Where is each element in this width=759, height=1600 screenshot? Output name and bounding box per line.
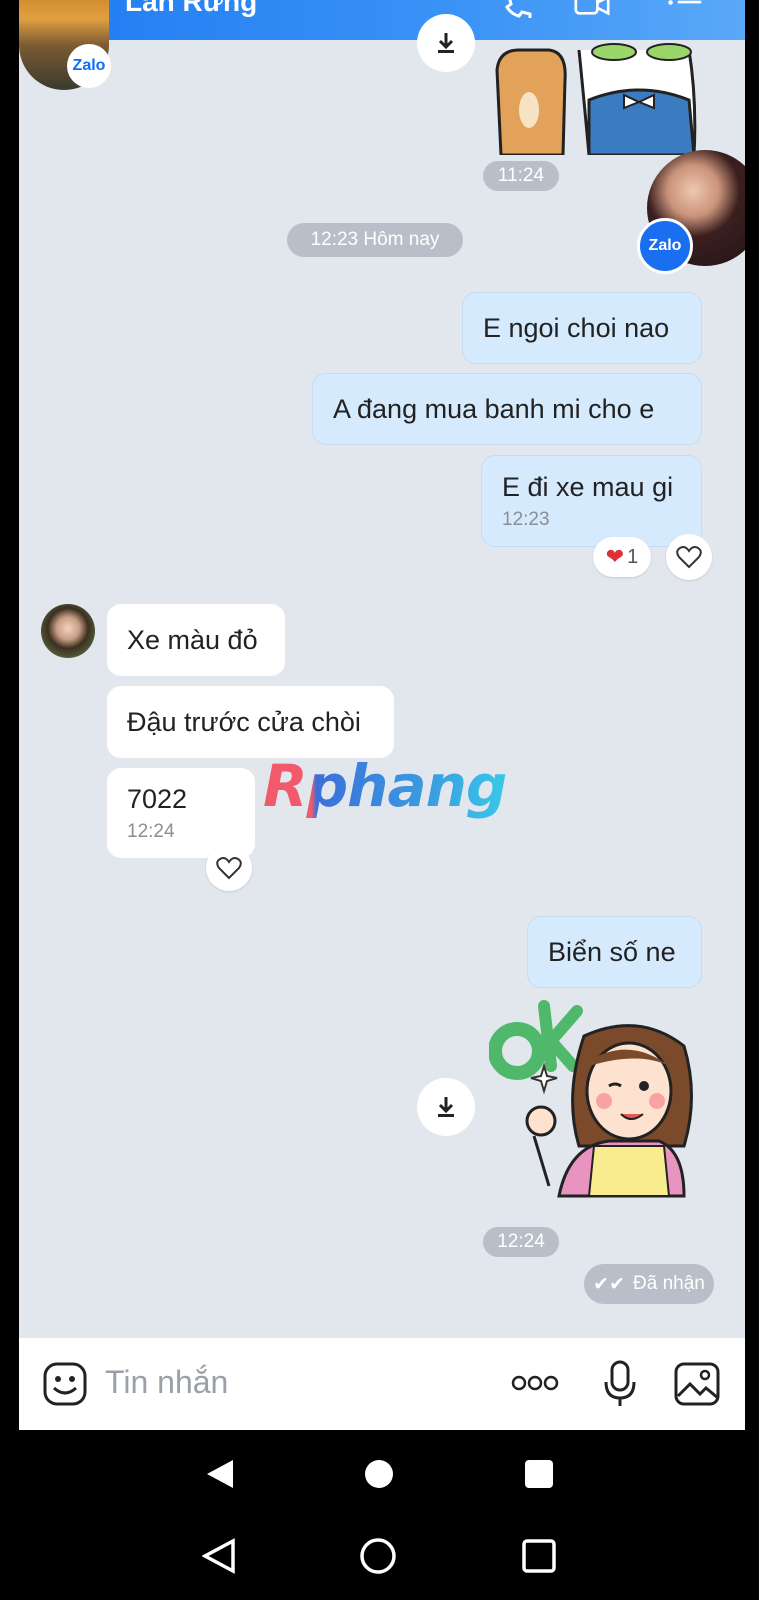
- back-icon[interactable]: [205, 1458, 235, 1490]
- recents-icon[interactable]: [524, 1459, 554, 1489]
- mic-icon[interactable]: [603, 1360, 637, 1408]
- message-input[interactable]: Tin nhắn: [105, 1364, 228, 1401]
- message-text: Biển số ne: [548, 936, 676, 967]
- date-separator: 12:23 Hôm nay: [287, 223, 463, 257]
- contact-name[interactable]: Lan Rưng: [125, 0, 257, 18]
- zalo-badge-left: Zalo: [67, 44, 111, 88]
- download-icon: [438, 33, 454, 53]
- recents-icon[interactable]: [521, 1538, 557, 1574]
- sticker-time-pill: 12:24: [483, 1227, 559, 1257]
- message-text: E ngoi choi nao: [483, 312, 670, 343]
- image-icon[interactable]: [674, 1362, 720, 1406]
- double-check-icon: ✔✔: [593, 1273, 625, 1295]
- message-out-4[interactable]: Biển số ne: [527, 916, 702, 988]
- message-text: E đi xe mau gi: [502, 471, 674, 502]
- react-button-in-3[interactable]: [206, 845, 252, 891]
- heart-icon: [676, 546, 702, 569]
- reaction-summary[interactable]: ❤ 1: [593, 537, 651, 577]
- message-out-2[interactable]: A đang mua banh mi cho e: [312, 373, 702, 445]
- zalo-badge-label-right: Zalo: [648, 237, 682, 254]
- time-label: 11:24: [497, 165, 545, 186]
- message-in-2[interactable]: Đậu trước cửa chòi: [107, 686, 394, 758]
- watermark-logo: Rphang: [263, 752, 507, 820]
- home-icon[interactable]: [364, 1459, 394, 1489]
- system-nav-bar-top: [0, 1444, 759, 1504]
- video-icon[interactable]: [574, 0, 610, 18]
- chat-header: Lan Rưng: [19, 0, 745, 40]
- time-label: 12:24: [497, 1231, 545, 1252]
- message-time: 12:24: [127, 820, 175, 842]
- message-time: 12:23: [502, 508, 550, 530]
- emoji-icon[interactable]: [43, 1362, 87, 1406]
- sender-avatar[interactable]: [41, 604, 95, 658]
- time-pill: 11:24: [483, 161, 559, 191]
- message-text: Xe màu đỏ: [127, 624, 258, 655]
- cat-dog-sticker-image: [495, 43, 697, 157]
- message-out-1[interactable]: E ngoi choi nao: [462, 292, 702, 364]
- message-input-bar: Tin nhắn: [19, 1338, 745, 1430]
- download-button-top[interactable]: [417, 14, 475, 72]
- back-icon[interactable]: [201, 1538, 236, 1574]
- delivery-status-label: Đã nhận: [633, 1273, 705, 1294]
- download-button-sticker[interactable]: [417, 1078, 475, 1136]
- message-text: A đang mua banh mi cho e: [333, 393, 655, 424]
- heart-icon: [216, 857, 242, 880]
- ok-girl-sticker-image: [488, 1000, 693, 1198]
- reaction-count: 1: [627, 545, 639, 568]
- chat-screen: Lan Rưng Zalo 11:24 Zalo 12:23 Hôm nay E…: [19, 0, 745, 1430]
- message-out-3[interactable]: E đi xe mau gi 12:23: [481, 455, 702, 547]
- system-nav-bar-bottom: [0, 1526, 759, 1586]
- message-in-1[interactable]: Xe màu đỏ: [107, 604, 285, 676]
- more-icon[interactable]: [511, 1374, 559, 1392]
- sticker-top[interactable]: [489, 40, 709, 157]
- menu-icon[interactable]: [667, 0, 703, 18]
- heart-icon: ❤: [605, 544, 625, 569]
- react-button-out-3[interactable]: [666, 534, 712, 580]
- zalo-badge-right: Zalo: [637, 218, 693, 274]
- date-separator-label: 12:23 Hôm nay: [310, 229, 440, 250]
- delivery-status: ✔✔ Đã nhận: [584, 1264, 714, 1304]
- message-text: Đậu trước cửa chòi: [127, 706, 361, 737]
- home-icon[interactable]: [359, 1537, 397, 1575]
- message-text: 7022: [127, 783, 188, 814]
- ok-sticker[interactable]: [488, 996, 704, 1211]
- download-icon: [438, 1097, 454, 1117]
- phone-icon[interactable]: [497, 0, 533, 18]
- zalo-badge-label: Zalo: [72, 57, 106, 74]
